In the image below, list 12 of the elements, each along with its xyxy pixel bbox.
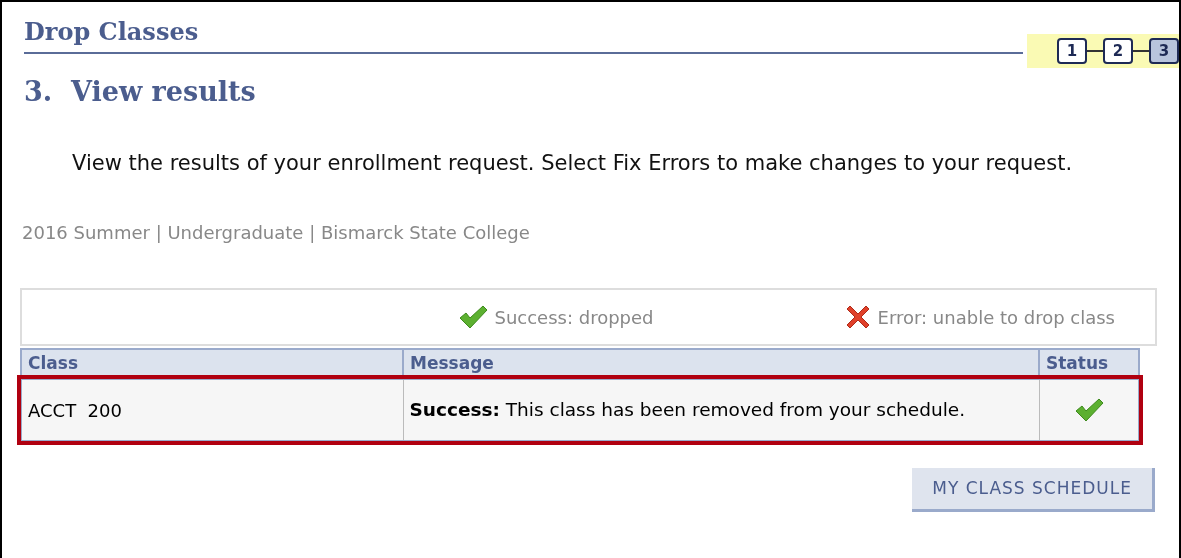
checkmark-icon <box>1073 397 1104 423</box>
my-class-schedule-button[interactable]: MY CLASS SCHEDULE <box>912 468 1155 512</box>
step-indicator[interactable]: 3 <box>1149 38 1179 64</box>
instructions-text: View the results of your enrollment request. Select Fix Errors to make changes to your request. <box>72 150 1074 177</box>
step-indicator[interactable]: 1 <box>1057 38 1087 64</box>
page-title: Drop Classes <box>24 17 199 46</box>
legend-label: Success: dropped <box>494 305 654 330</box>
step-heading: 3. View results <box>24 78 257 105</box>
legend-label: Error: unable to drop class <box>877 305 1115 330</box>
step-indicator[interactable]: 2 <box>1103 38 1133 64</box>
term-info: 2016 Summer | Undergraduate | Bismarck State College <box>22 221 531 245</box>
checkmark-icon <box>458 304 489 330</box>
